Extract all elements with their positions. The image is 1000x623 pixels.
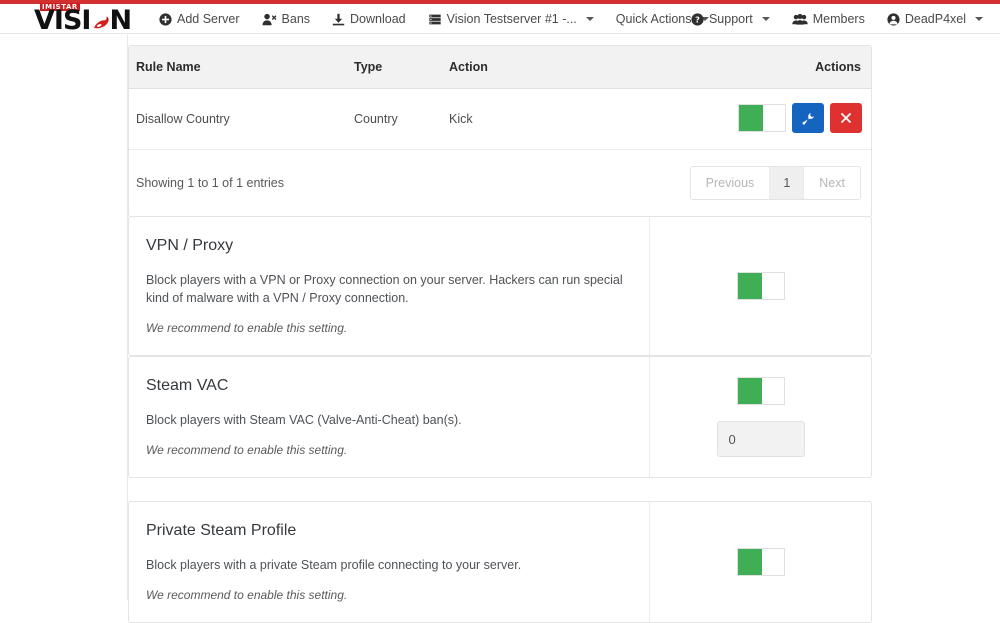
setting-card-body: Steam VAC Block players with Steam VAC (…	[129, 357, 650, 477]
delete-rule-button[interactable]	[830, 103, 862, 133]
user-circle-icon	[887, 12, 900, 26]
toggle-knob	[737, 273, 762, 299]
users-icon	[792, 13, 808, 26]
toggle-knob	[737, 549, 762, 575]
setting-description: Block players with a private Steam profi…	[146, 558, 522, 572]
brand-word-head: VISI	[34, 5, 91, 36]
nav-server-selector-label: Vision Testserver #1 -...	[446, 12, 577, 26]
nav-members-label: Members	[812, 12, 865, 26]
setting-card-body: Private Steam Profile Block players with…	[129, 502, 650, 622]
nav-support-label: Support	[708, 12, 753, 26]
rules-table-body: Disallow Country Country Kick	[129, 88, 871, 150]
setting-card-controls	[650, 217, 871, 355]
navbar-left-links: Add Server Bans Download Vision Testserv…	[148, 4, 720, 34]
row-actions-group	[738, 103, 862, 133]
col-header-type: Type	[344, 46, 439, 89]
plus-circle-icon	[159, 12, 172, 26]
edit-rule-button[interactable]	[792, 103, 824, 133]
rule-enabled-toggle[interactable]	[738, 104, 786, 132]
user-times-icon	[262, 13, 277, 26]
main-content: Rule Name Type Action Actions Disallow C…	[128, 35, 1000, 623]
question-circle-icon: ?	[691, 12, 704, 26]
nav-download[interactable]: Download	[321, 4, 417, 34]
nav-add-server-label: Add Server	[177, 12, 240, 26]
toggle-knob	[737, 378, 762, 404]
nav-support[interactable]: ? Support	[680, 4, 781, 34]
cell-actions	[699, 88, 871, 150]
rules-table-footer: Showing 1 to 1 of 1 entries Previous 1 N…	[129, 150, 871, 216]
setting-title: Steam VAC	[146, 377, 229, 394]
top-navbar: IMISTAR VISI N Add Server Bans Download …	[0, 2, 1000, 36]
rules-table: Rule Name Type Action Actions Disallow C…	[129, 46, 871, 150]
rules-table-card: Rule Name Type Action Actions Disallow C…	[128, 45, 872, 217]
svg-text:?: ?	[695, 14, 700, 24]
setting-recommendation: We recommend to enable this setting.	[146, 321, 348, 335]
server-icon	[428, 13, 442, 26]
brand-wordmark: VISI N	[34, 5, 132, 36]
col-header-action: Action	[439, 46, 699, 89]
download-icon	[332, 13, 345, 26]
nav-user-menu[interactable]: DeadP4xel	[876, 4, 994, 34]
setting-card-controls	[650, 502, 871, 622]
nav-bans-label: Bans	[281, 12, 311, 26]
nav-bans[interactable]: Bans	[251, 4, 322, 34]
chili-pepper-icon	[94, 16, 109, 29]
rules-table-header-row: Rule Name Type Action Actions	[129, 46, 871, 89]
brand-word-tail: N	[109, 5, 132, 36]
chevron-down-icon	[761, 17, 770, 21]
setting-card-private-steam-profile: Private Steam Profile Block players with…	[128, 501, 872, 623]
col-header-rule-name: Rule Name	[129, 46, 344, 89]
showing-entries-label: Showing 1 to 1 of 1 entries	[136, 176, 285, 190]
wrench-icon	[802, 112, 814, 125]
rules-table-head: Rule Name Type Action Actions	[129, 46, 871, 89]
sidebar-rail	[0, 35, 128, 600]
setting-card-controls	[650, 357, 871, 477]
cell-action: Kick	[439, 88, 699, 150]
cell-rule-name: Disallow Country	[129, 88, 344, 150]
setting-card-vpn-proxy: VPN / Proxy Block players with a VPN or …	[128, 216, 872, 356]
nav-server-selector[interactable]: Vision Testserver #1 -...	[417, 4, 605, 34]
nav-download-label: Download	[350, 12, 406, 26]
nav-members[interactable]: Members	[781, 4, 876, 34]
vpn-proxy-toggle[interactable]	[736, 272, 785, 300]
nav-user-menu-label: DeadP4xel	[904, 12, 966, 26]
steam-vac-toggle[interactable]	[736, 377, 785, 405]
col-header-actions: Actions	[699, 46, 871, 89]
setting-card-body: VPN / Proxy Block players with a VPN or …	[129, 217, 650, 355]
pagination-previous[interactable]: Previous	[690, 167, 771, 199]
cell-type: Country	[344, 88, 439, 150]
steam-vac-ban-count-input[interactable]	[716, 421, 805, 457]
private-steam-profile-toggle[interactable]	[736, 548, 785, 576]
pagination-page-1[interactable]: 1	[770, 167, 805, 199]
pagination-next[interactable]: Next	[804, 167, 860, 199]
table-row: Disallow Country Country Kick	[129, 88, 871, 150]
setting-title: Private Steam Profile	[146, 522, 297, 539]
pagination: Previous 1 Next	[689, 166, 861, 200]
setting-description: Block players with Steam VAC (Valve-Anti…	[146, 413, 462, 427]
brand-logo[interactable]: IMISTAR VISI N	[18, 2, 138, 36]
chevron-down-icon	[585, 17, 594, 21]
toggle-knob	[739, 105, 763, 131]
setting-recommendation: We recommend to enable this setting.	[146, 443, 348, 457]
chevron-down-icon	[975, 17, 983, 21]
setting-description: Block players with a VPN or Proxy connec…	[146, 273, 623, 305]
setting-title: VPN / Proxy	[146, 237, 234, 254]
close-x-icon	[841, 113, 851, 123]
setting-card-steam-vac: Steam VAC Block players with Steam VAC (…	[128, 356, 872, 478]
navbar-right-links: ? Support Members DeadP4xel	[680, 4, 994, 34]
nav-add-server[interactable]: Add Server	[148, 4, 251, 34]
